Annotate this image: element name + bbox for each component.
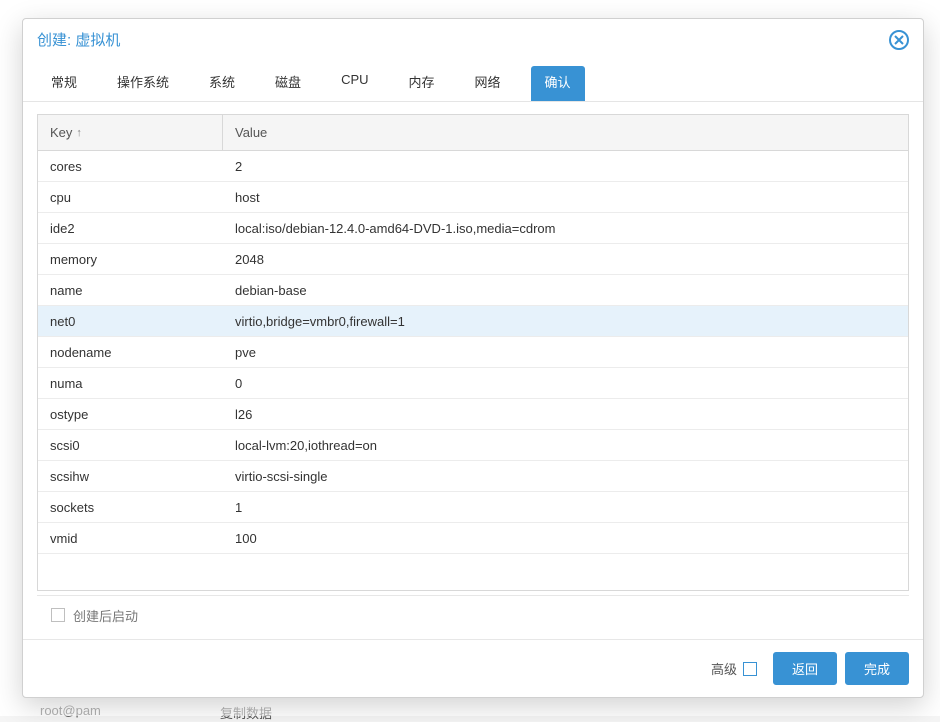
table-row[interactable]: sockets1 — [38, 492, 908, 523]
tab-1[interactable]: 操作系统 — [107, 66, 179, 101]
row-key: nodename — [38, 338, 223, 367]
advanced-toggle[interactable]: 高级 — [711, 659, 757, 678]
dialog-header: 创建: 虚拟机 — [23, 19, 923, 54]
row-key: ostype — [38, 400, 223, 429]
table-row[interactable]: net0virtio,bridge=vmbr0,firewall=1 — [38, 306, 908, 337]
tab-4[interactable]: CPU — [331, 66, 378, 101]
row-value: host — [223, 183, 908, 212]
table-row[interactable]: numa0 — [38, 368, 908, 399]
tab-2[interactable]: 系统 — [199, 66, 245, 101]
wizard-tabs: 常规操作系统系统磁盘 CPU 内存网络确认 — [23, 54, 923, 102]
row-value: local:iso/debian-12.4.0-amd64-DVD-1.iso,… — [223, 214, 908, 243]
row-key: cpu — [38, 183, 223, 212]
row-key: cores — [38, 152, 223, 181]
row-value: virtio,bridge=vmbr0,firewall=1 — [223, 307, 908, 336]
row-value: 2 — [223, 152, 908, 181]
tab-5[interactable]: 内存 — [399, 66, 445, 101]
table-row[interactable]: memory2048 — [38, 244, 908, 275]
row-key: scsi0 — [38, 431, 223, 460]
tab-6[interactable]: 网络 — [465, 66, 511, 101]
row-key: numa — [38, 369, 223, 398]
row-value: 0 — [223, 369, 908, 398]
options-row: 创建后启动 — [37, 595, 909, 632]
grid-body: cores2cpuhostide2local:iso/debian-12.4.0… — [38, 151, 908, 590]
row-value: pve — [223, 338, 908, 367]
table-row[interactable]: ostypel26 — [38, 399, 908, 430]
dialog-title: 创建: 虚拟机 — [37, 29, 120, 50]
table-row[interactable]: cores2 — [38, 151, 908, 182]
row-key: scsihw — [38, 462, 223, 491]
table-row[interactable]: ide2local:iso/debian-12.4.0-amd64-DVD-1.… — [38, 213, 908, 244]
dialog-footer: 高级 返回 完成 — [23, 639, 923, 697]
close-button[interactable] — [889, 30, 909, 50]
key-header-label: Key — [50, 125, 72, 140]
tab-3[interactable]: 磁盘 — [265, 66, 311, 101]
summary-grid: Key ↑ Value cores2cpuhostide2local:iso/d… — [37, 114, 909, 591]
checkbox-label: 创建后启动 — [73, 606, 138, 625]
dialog-content: Key ↑ Value cores2cpuhostide2local:iso/d… — [23, 102, 923, 639]
value-header-label: Value — [235, 125, 267, 140]
table-row[interactable]: scsihwvirtio-scsi-single — [38, 461, 908, 492]
column-header-value[interactable]: Value — [223, 115, 908, 150]
row-key: memory — [38, 245, 223, 274]
row-key: ide2 — [38, 214, 223, 243]
row-value: 1 — [223, 493, 908, 522]
table-row[interactable]: cpuhost — [38, 182, 908, 213]
column-header-key[interactable]: Key ↑ — [38, 115, 223, 150]
finish-button[interactable]: 完成 — [845, 652, 909, 685]
grid-header: Key ↑ Value — [38, 115, 908, 151]
table-row[interactable]: scsi0local-lvm:20,iothread=on — [38, 430, 908, 461]
table-row[interactable]: vmid100 — [38, 523, 908, 554]
table-row[interactable]: namedebian-base — [38, 275, 908, 306]
sort-asc-icon: ↑ — [76, 127, 82, 139]
row-value: l26 — [223, 400, 908, 429]
tab-0[interactable]: 常规 — [41, 66, 87, 101]
row-value: virtio-scsi-single — [223, 462, 908, 491]
back-button[interactable]: 返回 — [773, 652, 837, 685]
checkbox-box — [51, 608, 65, 622]
row-value: 100 — [223, 524, 908, 553]
tab-7[interactable]: 确认 — [531, 66, 585, 101]
table-row[interactable]: nodenamepve — [38, 337, 908, 368]
create-vm-dialog: 创建: 虚拟机 常规操作系统系统磁盘 CPU 内存网络确认 Key ↑ Value … — [22, 18, 924, 698]
row-value: debian-base — [223, 276, 908, 305]
row-key: net0 — [38, 307, 223, 336]
advanced-label: 高级 — [711, 659, 737, 678]
row-key: name — [38, 276, 223, 305]
row-value: local-lvm:20,iothread=on — [223, 431, 908, 460]
row-key: sockets — [38, 493, 223, 522]
advanced-checkbox-box — [743, 662, 757, 676]
row-key: vmid — [38, 524, 223, 553]
close-icon — [894, 35, 904, 45]
start-after-create-checkbox[interactable]: 创建后启动 — [51, 606, 138, 625]
row-value: 2048 — [223, 245, 908, 274]
